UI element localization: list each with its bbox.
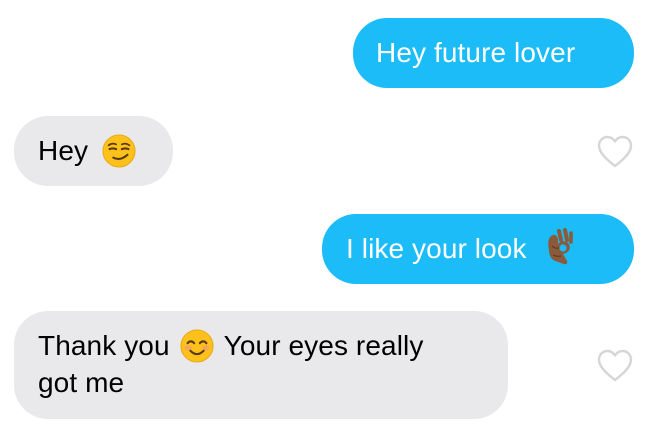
message-line-2: got me <box>38 366 125 398</box>
message-text: Hey <box>38 135 89 166</box>
message-bubble-sent[interactable]: Hey future lover <box>353 18 634 88</box>
message-bubble-sent[interactable]: I like your look <box>322 214 634 284</box>
ok-hand-icon <box>547 227 573 264</box>
message-bubble-received[interactable]: Thank you Your eyes really got me <box>14 311 508 419</box>
smiling-face-icon <box>180 329 214 363</box>
chat-thread: Hey future lover Hey I like your look Th… <box>0 0 657 429</box>
message-line-1: Thank you Your eyes really <box>38 328 508 365</box>
heart-outline-icon[interactable] <box>597 135 633 169</box>
message-text: Thank you <box>38 330 170 361</box>
message-text: I like your look <box>346 233 527 264</box>
smirking-face-icon <box>102 134 136 168</box>
message-text: Your eyes really <box>223 330 424 361</box>
message-bubble-received[interactable]: Hey <box>14 116 173 186</box>
heart-outline-icon[interactable] <box>597 349 633 383</box>
message-text: Hey future lover <box>376 37 576 68</box>
